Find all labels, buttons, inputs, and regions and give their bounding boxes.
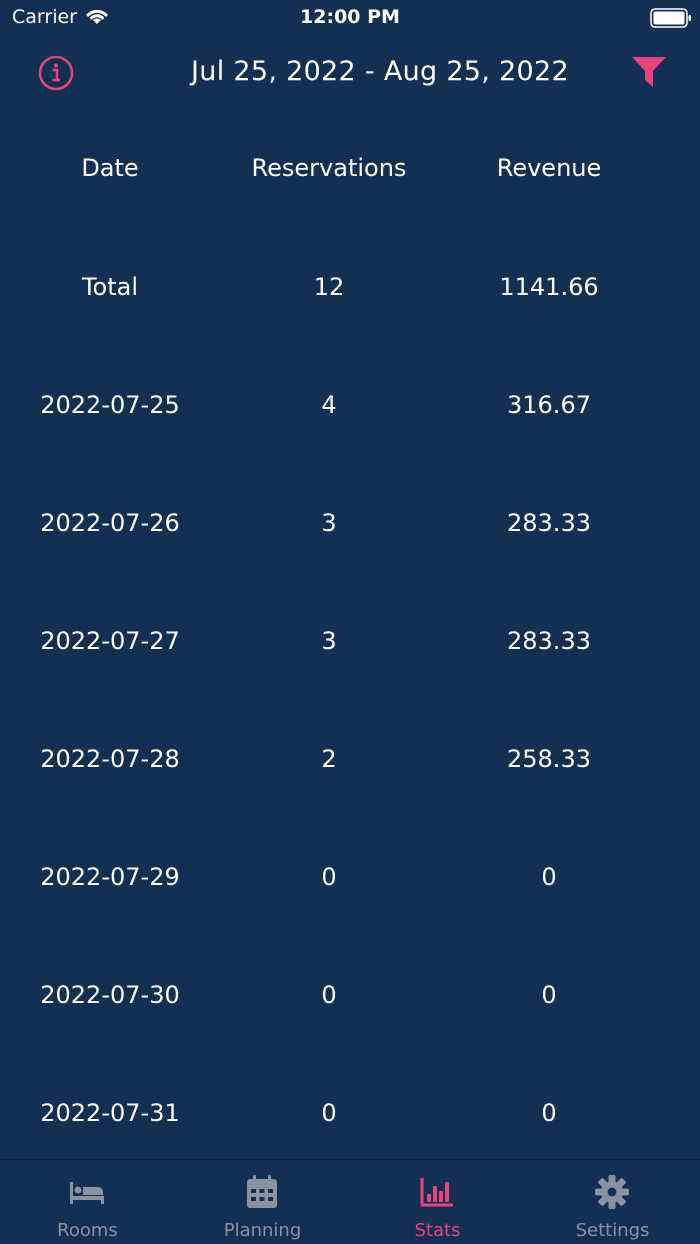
row-revenue: 1141.66 (499, 273, 599, 301)
status-bar: Carrier 12:00 PM (0, 0, 700, 36)
tab-settings[interactable]: Settings (525, 1160, 700, 1244)
row-date: 2022-07-29 (40, 863, 180, 891)
tab-bar: Rooms Planning Stats Settings (0, 1159, 700, 1244)
row-reservations: 0 (321, 1099, 337, 1127)
row-date: 2022-07-31 (40, 1099, 180, 1127)
row-date: Total (81, 273, 139, 301)
row-date: 2022-07-28 (40, 745, 180, 773)
row-revenue: 316.67 (507, 391, 591, 419)
row-date: 2022-07-26 (40, 509, 180, 537)
table-row: 2022-07-28 2 258.33 (0, 700, 700, 818)
table-row: 2022-07-27 3 283.33 (0, 582, 700, 700)
tab-label: Planning (223, 1220, 302, 1241)
nav-bar: Jul 25, 2022 - Aug 25, 2022 (0, 44, 700, 100)
chart-icon (420, 1178, 453, 1207)
stats-table: Date Reservations Revenue Total 12 1141.… (0, 110, 700, 1172)
tab-rooms[interactable]: Rooms (0, 1160, 175, 1244)
row-revenue: 283.33 (507, 627, 591, 655)
row-date: 2022-07-25 (40, 391, 180, 419)
table-row: 2022-07-30 0 0 (0, 936, 700, 1054)
row-revenue: 283.33 (507, 509, 591, 537)
filter-icon[interactable] (630, 54, 668, 90)
column-header-revenue: Revenue (496, 154, 602, 182)
row-reservations: 2 (321, 745, 337, 773)
tab-planning[interactable]: Planning (175, 1160, 350, 1244)
row-reservations: 0 (321, 863, 337, 891)
battery-icon (650, 8, 691, 28)
bed-icon (70, 1182, 104, 1204)
column-header-reservations: Reservations (251, 154, 407, 182)
table-row-total: Total 12 1141.66 (0, 228, 700, 346)
row-revenue: 0 (541, 981, 557, 1009)
date-range-title: Jul 25, 2022 - Aug 25, 2022 (191, 56, 569, 87)
row-reservations: 3 (321, 509, 337, 537)
table-row: 2022-07-26 3 283.33 (0, 464, 700, 582)
clock: 12:00 PM (300, 6, 400, 28)
row-reservations: 0 (321, 981, 337, 1009)
table-header: Date Reservations Revenue (0, 110, 700, 228)
row-revenue: 258.33 (507, 745, 591, 773)
gear-icon (595, 1175, 629, 1209)
calendar-icon (247, 1175, 277, 1208)
row-revenue: 0 (541, 1099, 557, 1127)
row-reservations: 12 (313, 273, 345, 301)
table-row: 2022-07-31 0 0 (0, 1054, 700, 1172)
row-date: 2022-07-27 (40, 627, 180, 655)
row-reservations: 4 (321, 391, 337, 419)
table-row: 2022-07-29 0 0 (0, 818, 700, 936)
row-revenue: 0 (541, 863, 557, 891)
row-reservations: 3 (321, 627, 337, 655)
row-date: 2022-07-30 (40, 981, 180, 1009)
column-header-date: Date (81, 154, 139, 182)
tab-label: Rooms (57, 1220, 118, 1241)
tab-label: Stats (414, 1220, 461, 1241)
table-row: 2022-07-25 4 316.67 (0, 346, 700, 464)
tab-stats[interactable]: Stats (350, 1160, 525, 1244)
tab-label: Settings (575, 1220, 650, 1241)
